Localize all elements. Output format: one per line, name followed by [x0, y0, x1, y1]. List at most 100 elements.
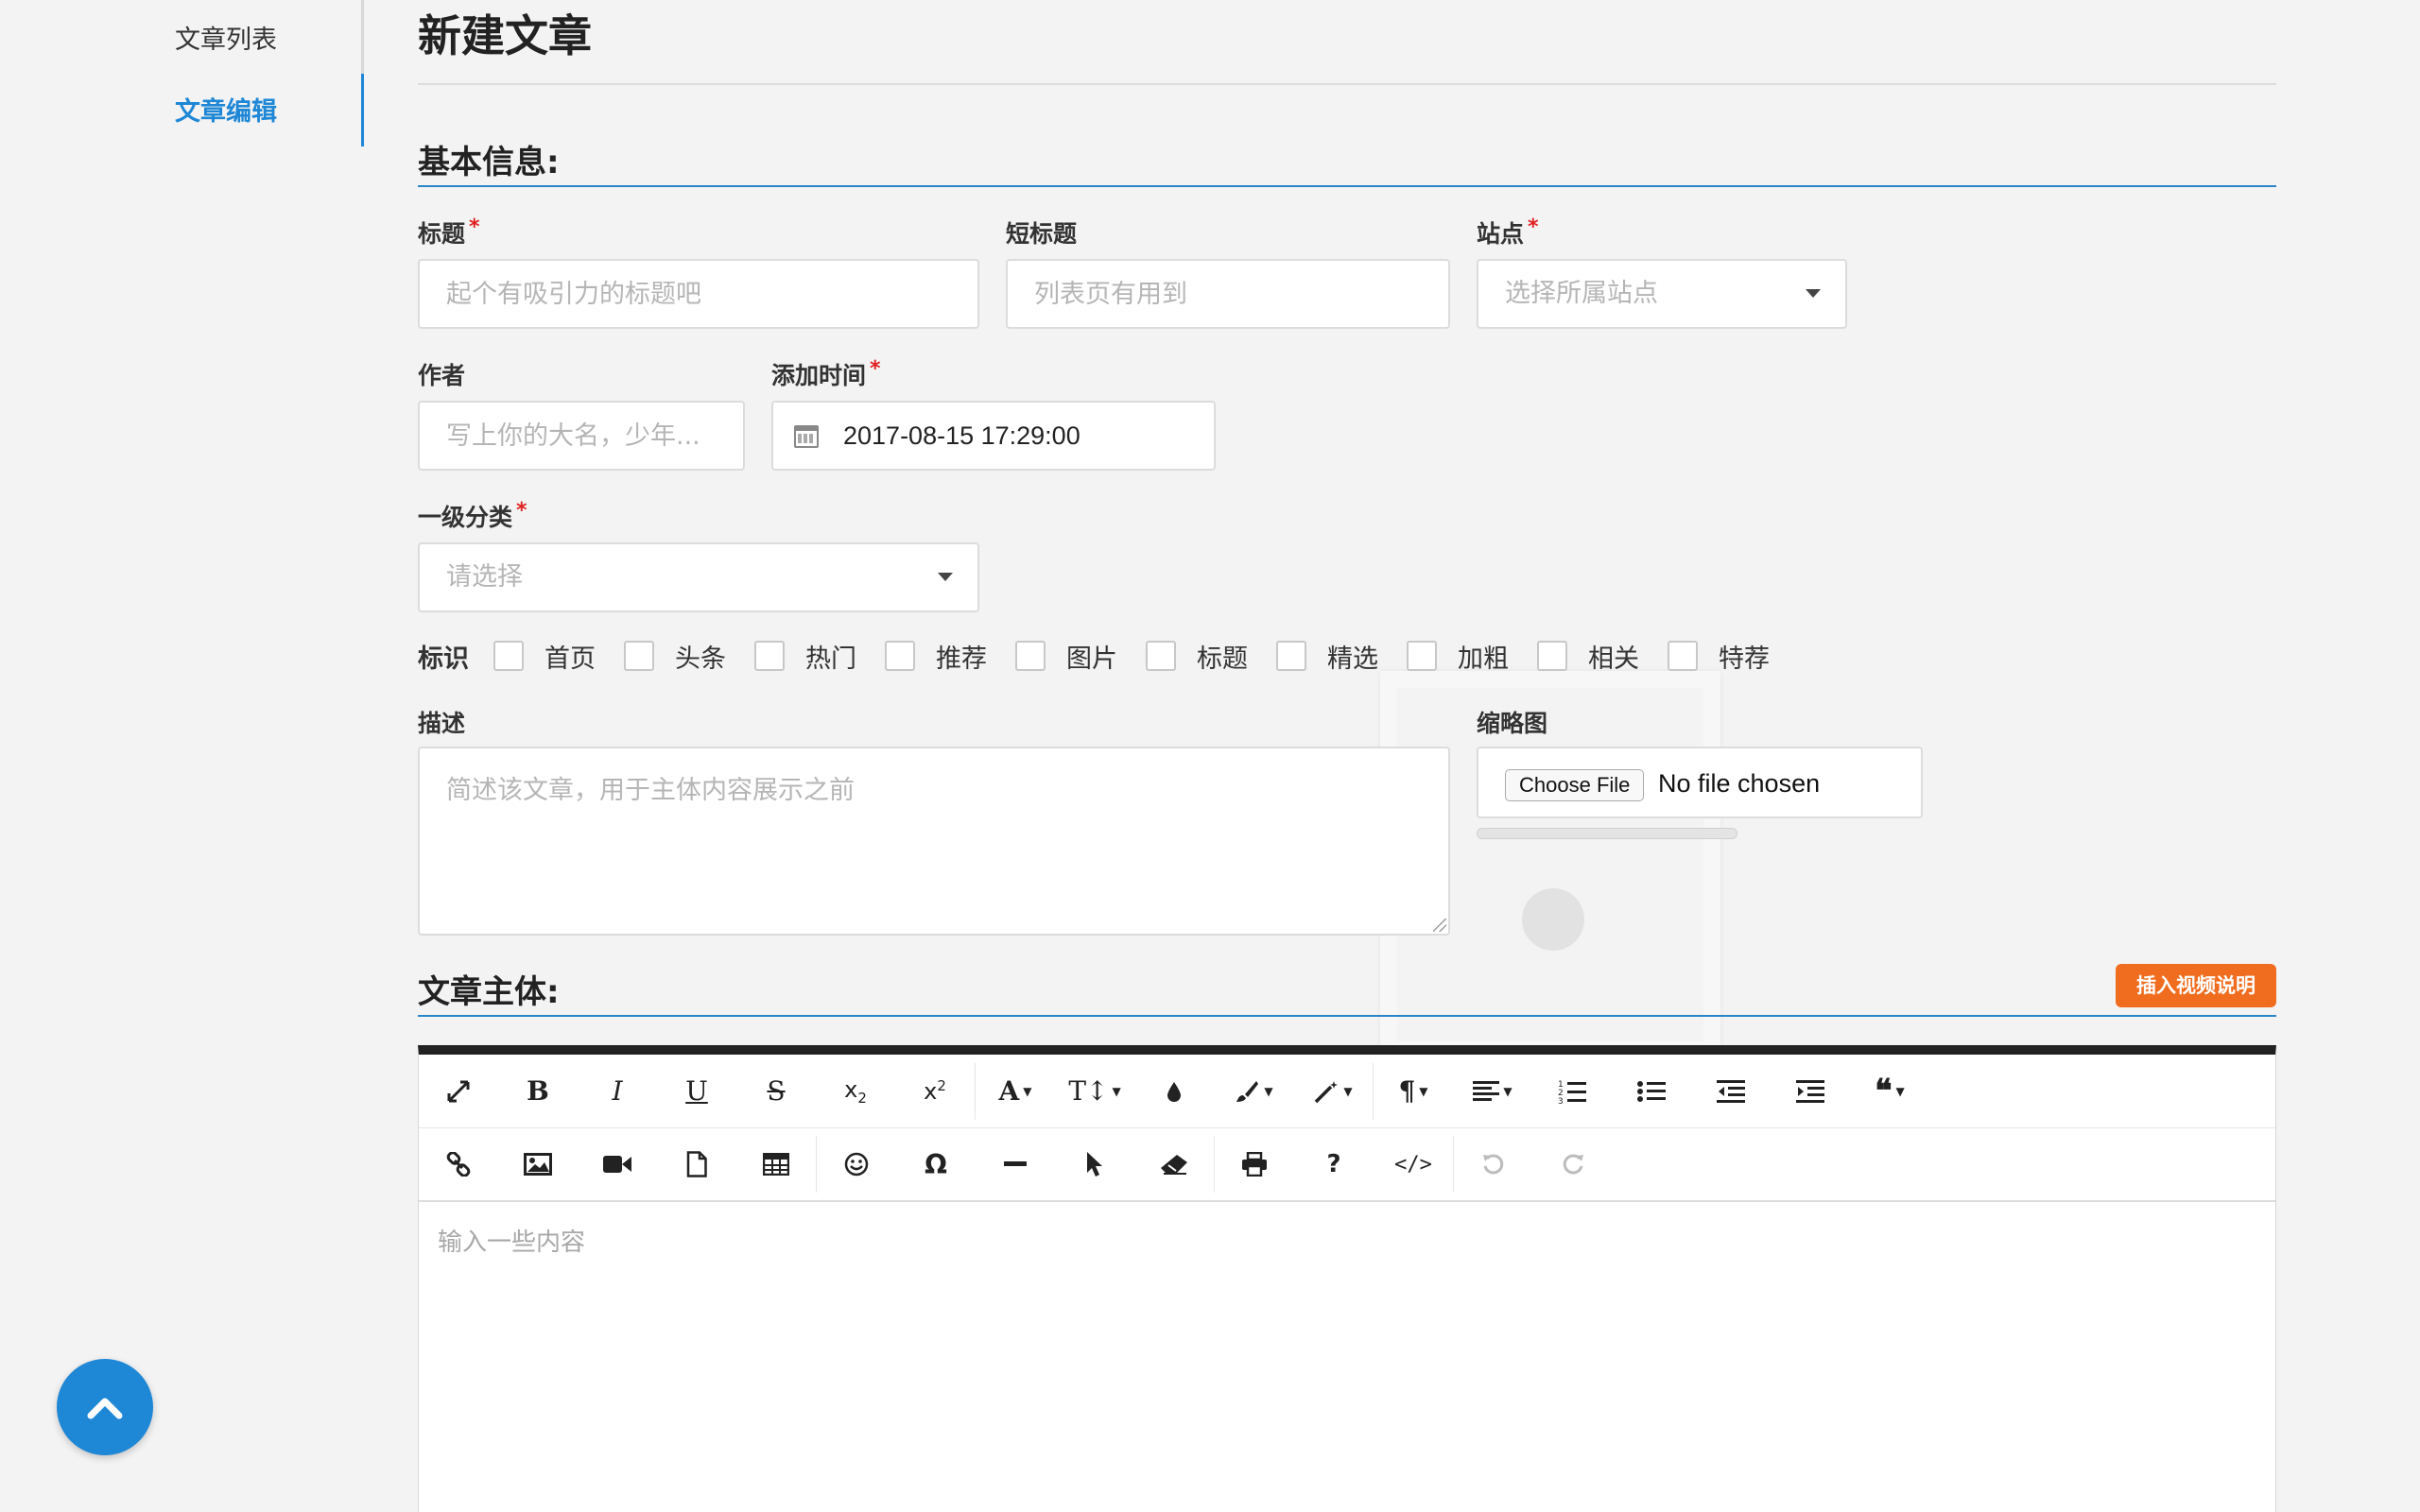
outdent-icon[interactable] [1691, 1063, 1771, 1120]
rich-text-editor: B I U S x2 x2 A ▼ T↕ ▼ ▼ ▼ ¶ ▼ ▼ 123 ❝ ▼… [418, 1045, 2276, 1512]
emoji-icon[interactable] [817, 1136, 896, 1193]
checkbox[interactable] [1276, 641, 1306, 671]
help-icon[interactable]: ? [1294, 1136, 1374, 1193]
checkbox[interactable] [1015, 641, 1046, 671]
redo-icon[interactable] [1533, 1136, 1613, 1193]
svg-text:3: 3 [1558, 1097, 1564, 1104]
sidebar-active-indicator [361, 74, 364, 146]
editor-content-area[interactable]: 输入一些内容 [419, 1204, 2275, 1512]
file-status: No file chosen [1658, 769, 1821, 798]
text-color-icon[interactable] [1134, 1063, 1214, 1120]
description-textarea[interactable] [418, 747, 1450, 936]
paragraph-icon[interactable]: ¶ ▼ [1374, 1063, 1453, 1120]
undo-icon[interactable] [1454, 1136, 1533, 1193]
clear-format-icon[interactable] [1134, 1136, 1214, 1193]
background-color-icon[interactable]: ▼ [1214, 1063, 1293, 1120]
flag-option[interactable]: 头条 [624, 638, 726, 675]
flag-label: 相关 [1588, 644, 1639, 674]
basic-info-heading: 基本信息: [418, 144, 560, 181]
required-mark: * [1528, 215, 1539, 239]
file-icon[interactable] [657, 1136, 736, 1193]
unordered-list-icon[interactable] [1612, 1063, 1691, 1120]
checkbox[interactable] [1407, 641, 1437, 671]
flags-group: 标识 首页 头条 热门 推荐 图片 标题 精选 加粗 相关 特荐 [418, 633, 1798, 679]
table-icon[interactable] [736, 1136, 816, 1193]
special-char-icon[interactable]: Ω [896, 1136, 976, 1193]
page-title: 新建文章 [418, 10, 592, 61]
subscript-icon[interactable]: x2 [816, 1063, 895, 1120]
category-select-placeholder: 请选择 [446, 562, 523, 592]
flag-label: 图片 [1066, 644, 1117, 674]
quote-icon[interactable]: ❝ ▼ [1850, 1063, 1929, 1120]
link-icon[interactable] [419, 1136, 498, 1193]
print-icon[interactable] [1215, 1136, 1294, 1193]
checkbox[interactable] [754, 641, 785, 671]
required-mark: * [870, 357, 881, 381]
description-label: 描述 [418, 710, 466, 737]
superscript-icon[interactable]: x2 [895, 1063, 975, 1120]
editor-toolbar-row-2: Ω ? </> [419, 1128, 2275, 1202]
flag-option[interactable]: 热门 [754, 638, 856, 675]
article-body-heading: 文章主体: [418, 973, 560, 1011]
site-select[interactable]: 选择所属站点 [1477, 259, 1847, 329]
bold-icon[interactable]: B [498, 1063, 578, 1120]
calendar-icon [794, 425, 819, 448]
short-title-input[interactable] [1006, 259, 1450, 329]
flag-option[interactable]: 相关 [1537, 638, 1639, 675]
align-icon[interactable]: ▼ [1453, 1063, 1532, 1120]
add-time-value: 2017-08-15 17:29:00 [843, 421, 1080, 450]
checkbox[interactable] [1668, 641, 1698, 671]
flag-option[interactable]: 加粗 [1407, 638, 1509, 675]
checkbox[interactable] [624, 641, 654, 671]
sidebar-item-article-edit[interactable]: 文章编辑 [175, 91, 277, 128]
short-title-label: 短标题 [1006, 220, 1078, 248]
add-time-label: 添加时间 * [771, 357, 881, 389]
checkbox[interactable] [493, 641, 524, 671]
code-view-icon[interactable]: </> [1374, 1136, 1453, 1193]
underline-icon[interactable]: U [657, 1063, 736, 1120]
checkbox[interactable] [1537, 641, 1567, 671]
sidebar-item-article-list[interactable]: 文章列表 [175, 19, 277, 56]
author-input[interactable] [418, 401, 745, 471]
select-all-icon[interactable] [1055, 1136, 1134, 1193]
magic-format-icon[interactable]: ▼ [1293, 1063, 1373, 1120]
font-size-icon[interactable]: T↕ ▼ [1055, 1063, 1134, 1120]
checkbox[interactable] [885, 641, 915, 671]
flag-option[interactable]: 标题 [1146, 638, 1248, 675]
image-icon[interactable] [498, 1136, 578, 1193]
background-circle [1522, 888, 1584, 951]
flag-option[interactable]: 图片 [1015, 638, 1117, 675]
editor-placeholder: 输入一些内容 [438, 1228, 586, 1257]
flag-option[interactable]: 特荐 [1668, 638, 1770, 675]
indent-icon[interactable] [1771, 1063, 1850, 1120]
title-label: 标题 * [418, 215, 480, 248]
fullscreen-icon[interactable] [419, 1063, 498, 1120]
flag-option[interactable]: 推荐 [885, 638, 987, 675]
strikethrough-icon[interactable]: S [736, 1063, 816, 1120]
flag-label: 推荐 [936, 644, 987, 674]
insert-video-help-button[interactable]: 插入视频说明 [2116, 964, 2276, 1007]
category-select[interactable]: 请选择 [418, 542, 979, 612]
required-mark: * [516, 499, 527, 523]
article-body-divider [418, 1015, 2276, 1017]
checkbox[interactable] [1146, 641, 1176, 671]
flag-option[interactable]: 首页 [493, 638, 596, 675]
add-time-picker[interactable]: 2017-08-15 17:29:00 [771, 401, 1216, 471]
italic-icon[interactable]: I [578, 1063, 657, 1120]
choose-file-button[interactable]: Choose File [1505, 769, 1645, 801]
flag-option[interactable]: 精选 [1276, 638, 1378, 675]
resize-handle[interactable] [1433, 919, 1446, 932]
thumbnail-file-input[interactable]: Choose File No file chosen [1477, 747, 1923, 818]
font-family-icon[interactable]: A ▼ [976, 1063, 1055, 1120]
title-divider [418, 83, 2276, 85]
flag-label: 特荐 [1719, 644, 1770, 674]
thumbnail-label: 缩略图 [1477, 710, 1548, 737]
title-input[interactable] [418, 259, 979, 329]
flag-label: 精选 [1327, 644, 1378, 674]
video-icon[interactable] [578, 1136, 657, 1193]
ordered-list-icon[interactable]: 123 [1532, 1063, 1612, 1120]
flag-label: 头条 [675, 644, 726, 674]
horizontal-rule-icon[interactable] [976, 1136, 1055, 1193]
scroll-to-top-button[interactable] [57, 1359, 153, 1455]
site-select-placeholder: 选择所属站点 [1505, 279, 1658, 308]
